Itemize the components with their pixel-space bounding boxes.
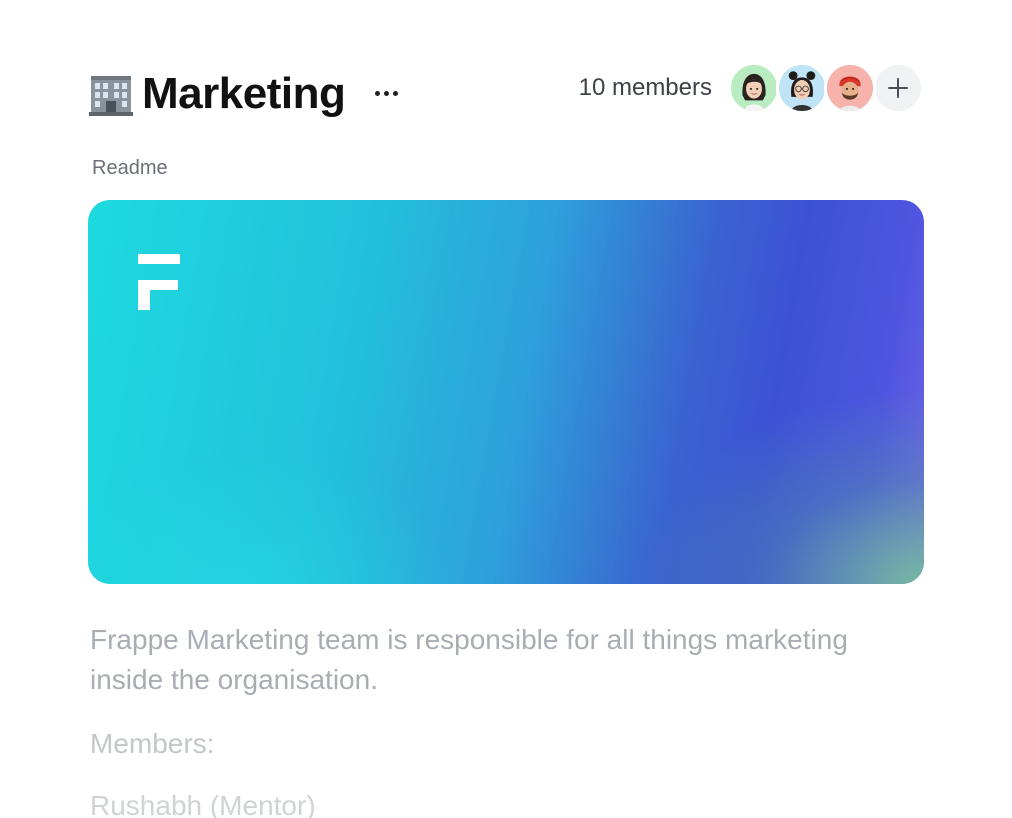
- readme-description: Frappe Marketing team is responsible for…: [90, 624, 848, 695]
- avatar-woman-dark-hair-icon: [731, 65, 777, 111]
- more-dot: [383, 90, 389, 96]
- team-page: Marketing 10 members Readme Frappe Marke…: [0, 0, 1012, 818]
- readme-members-heading: Members:: [90, 728, 215, 759]
- team-header: Marketing 10 members: [88, 62, 924, 124]
- more-dot: [392, 90, 398, 96]
- frappe-logo-icon: [138, 254, 180, 310]
- plus-icon: [888, 78, 908, 98]
- readme-banner-image: [88, 200, 924, 584]
- avatar-man-red-turban-icon: [827, 65, 873, 111]
- team-name: Marketing: [142, 69, 346, 118]
- banner-gradient-overlay-secondary: [88, 200, 924, 584]
- avatar-woman-glasses-buns-icon: [779, 65, 825, 111]
- avatar-stack[interactable]: [728, 62, 924, 114]
- readme-label: Readme: [92, 157, 168, 179]
- members-area: 10 members: [579, 62, 924, 114]
- avatar[interactable]: [728, 62, 780, 114]
- office-building-icon[interactable]: [88, 72, 134, 116]
- more-options-button[interactable]: [368, 78, 404, 108]
- avatar[interactable]: [776, 62, 828, 114]
- readme-member-line: Rushabh (Mentor): [90, 790, 316, 818]
- team-title: Marketing: [88, 68, 346, 120]
- members-count[interactable]: 10 members: [579, 62, 712, 114]
- more-horizontal-icon: [374, 90, 380, 96]
- avatar[interactable]: [824, 62, 876, 114]
- add-member-button[interactable]: [872, 62, 924, 114]
